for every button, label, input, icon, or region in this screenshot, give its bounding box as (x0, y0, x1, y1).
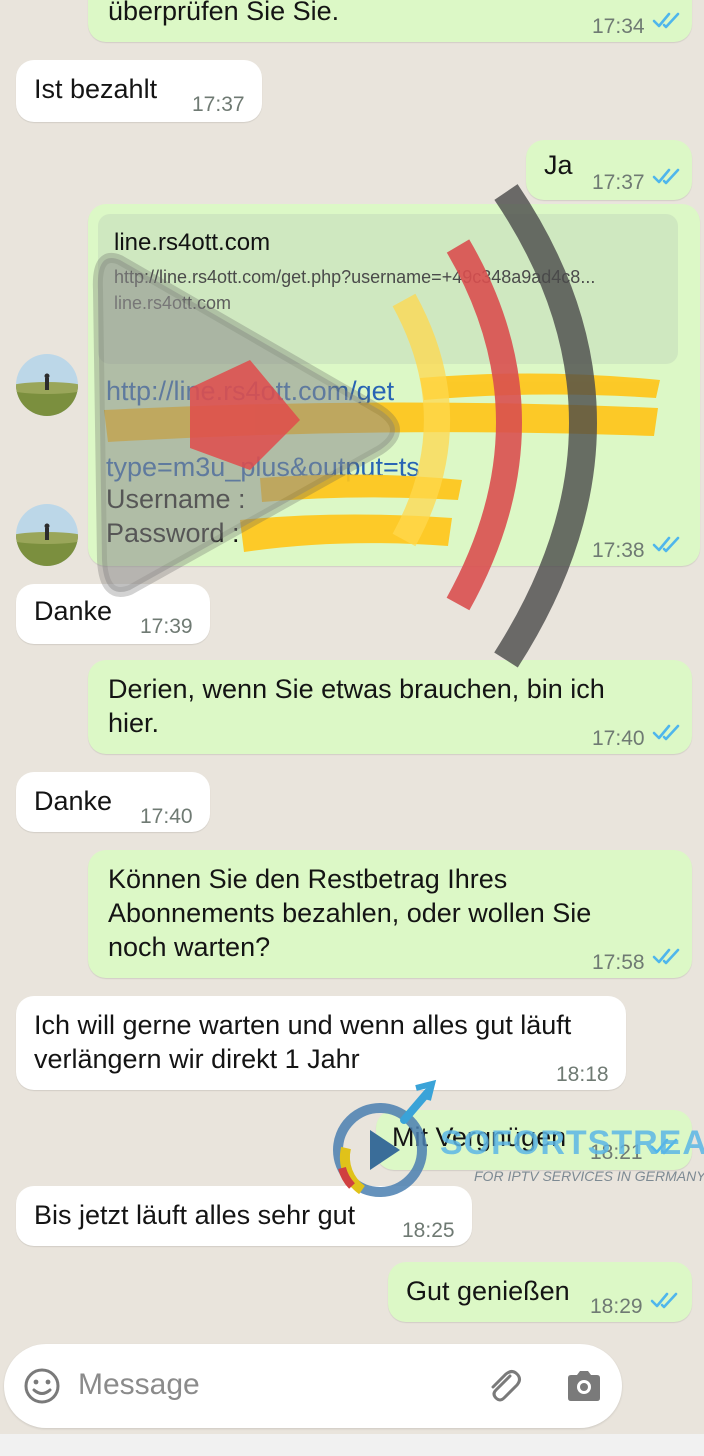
message-input[interactable]: Message (78, 1368, 200, 1402)
message-time: 18:25 (402, 1219, 455, 1242)
message-text-line: Derien, wenn Sie etwas brauchen, bin ich (108, 674, 605, 704)
composer-area: Message (0, 1340, 704, 1456)
message-time: 17:38 (592, 539, 645, 562)
message-time: 17:40 (140, 805, 193, 828)
message-time: 18:18 (556, 1063, 609, 1086)
message-text: überprüfen Sie Sie. (108, 0, 340, 26)
message-bubble-outgoing[interactable]: Derien, wenn Sie etwas brauchen, bin ich… (88, 660, 692, 754)
link-preview-title: line.rs4ott.com (114, 229, 271, 256)
read-receipt-icon (652, 12, 680, 29)
paperclip-icon[interactable] (484, 1366, 524, 1406)
message-time: 17:58 (592, 951, 645, 974)
link-preview-domain: line.rs4ott.com (114, 293, 232, 313)
read-receipt-icon (650, 1292, 678, 1309)
message-time: 17:39 (140, 615, 193, 638)
message-bubble-incoming[interactable]: Bis jetzt läuft alles sehr gut 18:25 (16, 1186, 472, 1246)
link-preview-card[interactable]: line.rs4ott.com http://line.rs4ott.com/g… (98, 214, 678, 364)
message-bubble-outgoing[interactable]: line.rs4ott.com http://line.rs4ott.com/g… (88, 204, 700, 566)
contact-avatar[interactable] (16, 504, 78, 566)
message-bubble-outgoing[interactable]: Können Sie den Restbetrag Ihres Abonneme… (88, 850, 692, 978)
message-time: 18:29 (590, 1295, 643, 1318)
message-bubble-incoming[interactable]: Danke 17:39 (16, 584, 210, 644)
message-input-bar[interactable]: Message (4, 1344, 622, 1428)
message-text: Bis jetzt läuft alles sehr gut (34, 1200, 356, 1230)
message-bubble-outgoing[interactable]: überprüfen Sie Sie. 17:34 (88, 0, 692, 42)
camera-icon[interactable] (564, 1368, 604, 1404)
message-time: 17:34 (592, 15, 645, 38)
message-text: Danke (34, 596, 113, 626)
message-text: Ja (544, 150, 573, 180)
message-link[interactable]: http://line.rs4ott.com/get (106, 374, 394, 408)
chat-area[interactable]: überprüfen Sie Sie. 17:34 Ist bezahlt 17… (0, 0, 704, 1340)
message-text-line: noch warten? (108, 932, 271, 962)
message-bubble-outgoing[interactable]: Gut genießen 18:29 (388, 1262, 692, 1322)
message-bubble-incoming[interactable]: Ich will gerne warten und wenn alles gut… (16, 996, 626, 1090)
username-line: Username : (106, 484, 246, 514)
message-text-line: verlängern wir direkt 1 Jahr (34, 1044, 360, 1074)
message-text: Danke (34, 786, 113, 816)
read-receipt-icon (652, 724, 680, 741)
message-text-line: Abonnements bezahlen, oder wollen Sie (108, 898, 592, 928)
read-receipt-icon (652, 948, 680, 965)
message-link-continued[interactable]: type=m3u_plus&output=ts (106, 450, 420, 484)
watermark-brand-text: SOFORTSTREAM (440, 1124, 704, 1162)
watermark-tagline: FOR IPTV SERVICES IN GERMANY (474, 1168, 704, 1184)
message-bubble-incoming[interactable]: Ist bezahlt 17:37 (16, 60, 262, 122)
system-gesture-bar (0, 1434, 704, 1456)
message-time: 17:37 (192, 93, 245, 116)
message-text: Gut genießen (406, 1276, 570, 1306)
message-time: 17:40 (592, 727, 645, 750)
link-preview-url: http://line.rs4ott.com/get.php?username=… (114, 267, 596, 287)
message-text-line: Ich will gerne warten und wenn alles gut… (34, 1010, 572, 1040)
message-time: 17:37 (592, 171, 645, 194)
password-line: Password : (106, 518, 240, 548)
message-text-line: Können Sie den Restbetrag Ihres (108, 864, 508, 894)
read-receipt-icon (652, 168, 680, 185)
message-bubble-incoming[interactable]: Danke 17:40 (16, 772, 210, 832)
message-bubble-outgoing[interactable]: Ja 17:37 (526, 140, 692, 200)
contact-avatar[interactable] (16, 354, 78, 416)
emoji-icon[interactable] (22, 1366, 62, 1406)
read-receipt-icon (652, 536, 680, 553)
message-text-line: hier. (108, 708, 160, 738)
message-text: Ist bezahlt (34, 74, 158, 104)
